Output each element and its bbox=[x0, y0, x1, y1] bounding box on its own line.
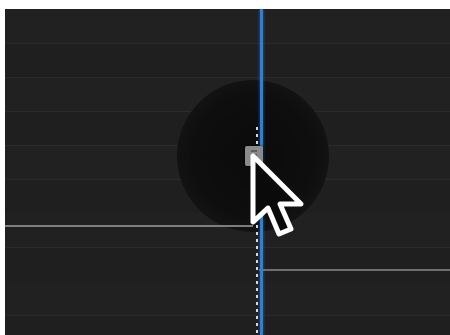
clip-edge-right[interactable] bbox=[259, 269, 450, 271]
track-row bbox=[5, 9, 450, 43]
track-divider bbox=[5, 43, 450, 44]
track-divider bbox=[5, 77, 450, 78]
clip-edge-left[interactable] bbox=[5, 225, 253, 227]
track-row bbox=[5, 281, 450, 315]
timeline-canvas[interactable] bbox=[5, 9, 450, 335]
track-divider bbox=[5, 315, 450, 316]
arrow-cursor-icon bbox=[250, 153, 304, 237]
track-divider bbox=[5, 247, 450, 248]
